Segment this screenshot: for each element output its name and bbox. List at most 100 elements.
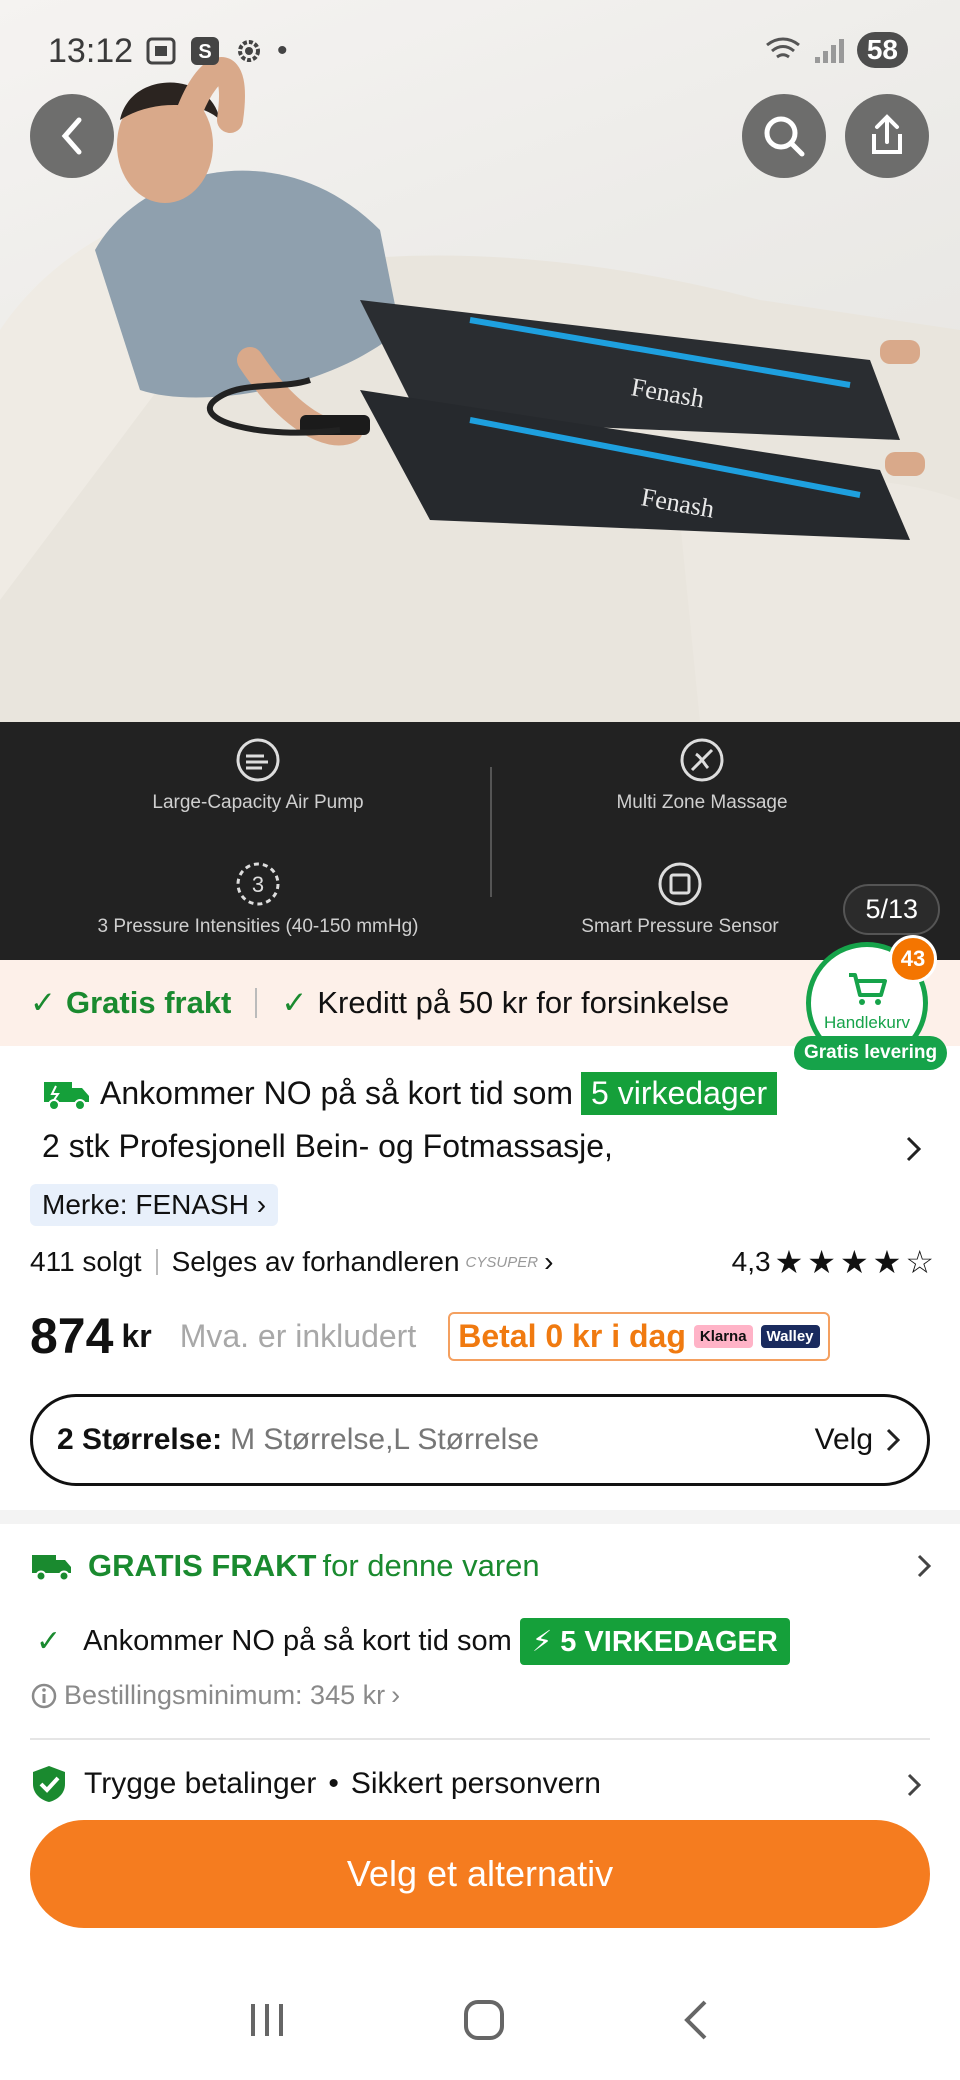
size-values: M Størrelse,L Størrelse xyxy=(230,1423,540,1456)
feature-panel: Large-Capacity Air Pump Multi Zone Massa… xyxy=(0,722,960,960)
search-button[interactable] xyxy=(742,94,826,178)
back-button[interactable] xyxy=(30,94,114,178)
lightning-icon: ⚡ xyxy=(531,1626,561,1658)
min-order-row[interactable]: Bestillingsminimum: 345 kr › xyxy=(30,1680,400,1711)
screenshot-icon xyxy=(146,37,176,65)
delivery-truck-icon xyxy=(44,1081,89,1111)
credit-label: Kreditt på 50 kr for forsinkelse xyxy=(317,985,730,1020)
seller-logo: CYSUPER xyxy=(465,1253,539,1271)
share-icon xyxy=(872,114,902,154)
status-bar: 13:12 S • 58 xyxy=(0,0,960,100)
gallery-counter: 5/13 xyxy=(843,884,940,935)
gear-icon xyxy=(238,40,260,62)
size-label: 2 Størrelse: xyxy=(57,1423,223,1456)
cart-icon xyxy=(849,973,887,1005)
check-icon: ✓ xyxy=(281,985,308,1020)
share-button[interactable] xyxy=(845,94,929,178)
divider xyxy=(155,1249,158,1275)
chevron-right-icon xyxy=(886,1428,901,1452)
status-time: 13:12 xyxy=(48,32,134,70)
promo-divider xyxy=(255,988,258,1018)
price-currency: kr xyxy=(121,1317,152,1354)
brand-label: Merke: FENASH xyxy=(42,1189,249,1220)
recent-apps-icon[interactable] xyxy=(245,2000,289,2040)
chevron-right-icon[interactable] xyxy=(904,1770,924,1800)
security-row[interactable]: Trygge betalinger • Sikkert personvern xyxy=(30,1764,601,1804)
free-delivery-badge: Gratis levering xyxy=(794,1036,948,1070)
chevron-right-icon: › xyxy=(256,1189,267,1220)
size-select-action: Velg xyxy=(814,1423,873,1456)
feature-pressure: 3 3 Pressure Intensities (40-150 mmHg) xyxy=(48,860,468,938)
feature-sensor: Smart Pressure Sensor xyxy=(470,860,890,938)
rating-value: 4,3 xyxy=(731,1246,771,1277)
chevron-left-icon xyxy=(61,117,82,155)
arrival-row: Ankommer NO på så kort tid som 5 virkeda… xyxy=(42,1072,778,1115)
cart-count-badge: 43 xyxy=(889,935,937,983)
home-icon[interactable] xyxy=(460,1996,508,2044)
arrival-days-badge: 5 virkedager xyxy=(581,1072,778,1115)
size-selector[interactable]: 2 Størrelse: M Størrelse,L Størrelse Vel… xyxy=(30,1394,930,1486)
sold-count: 411 solgt xyxy=(30,1246,142,1277)
star-full-icon: ★ xyxy=(839,1244,869,1280)
pressure-icon: 3 xyxy=(236,862,280,906)
star-full-icon: ★ xyxy=(774,1244,804,1280)
divider xyxy=(30,1738,930,1740)
app-s-icon: S xyxy=(191,37,219,65)
shipping-days-badge: ⚡ 5 VIRKEDAGER xyxy=(519,1618,790,1665)
cart-label: Handlekurv xyxy=(824,1013,910,1032)
sensor-chip-icon xyxy=(658,862,702,906)
chevron-right-icon xyxy=(917,1554,932,1578)
shipping-arrival-row: ✓ Ankommer NO på så kort tid som ⚡ 5 VIR… xyxy=(30,1618,790,1665)
walley-logo: Walley xyxy=(760,1324,820,1348)
feature-multi-zone: Multi Zone Massage xyxy=(492,736,912,814)
price-value: 874 xyxy=(30,1308,114,1364)
product-title[interactable]: 2 stk Profesjonell Bein- og Fotmassasje, xyxy=(42,1128,613,1165)
star-full-icon: ★ xyxy=(807,1244,836,1280)
check-icon: ✓ xyxy=(30,985,56,1020)
wifi-icon xyxy=(765,37,800,59)
signal-icon xyxy=(814,39,844,63)
nav-back-icon[interactable] xyxy=(679,1998,715,2042)
shipping-header[interactable]: GRATIS FRAKT for denne varen xyxy=(30,1548,934,1584)
free-shipping-subtitle: for denne varen xyxy=(322,1548,540,1583)
bullet-separator: • xyxy=(328,1767,339,1800)
free-shipping-label: Gratis frakt xyxy=(65,985,232,1020)
massage-zone-icon xyxy=(680,738,724,782)
pay-today-text: Betal 0 kr i dag xyxy=(458,1317,686,1354)
star-empty-icon: ☆ xyxy=(905,1244,934,1280)
choose-option-button[interactable]: Velg et alternativ xyxy=(30,1820,930,1928)
free-shipping-title: GRATIS FRAKT xyxy=(88,1548,317,1583)
shipping-arrival-text: Ankommer NO på så kort tid som xyxy=(83,1625,512,1657)
status-right: 58 xyxy=(763,32,908,68)
system-nav-bar xyxy=(0,1960,960,2080)
shield-check-icon xyxy=(33,1766,65,1802)
check-icon: ✓ xyxy=(36,1625,62,1658)
privacy-text: Sikkert personvern xyxy=(350,1767,601,1800)
more-notifications-dot-icon: • xyxy=(277,34,288,67)
secure-payments-text: Trygge betalinger xyxy=(84,1767,317,1800)
status-notification-icons: S • xyxy=(145,34,288,68)
section-separator xyxy=(0,1510,960,1524)
arrival-text: Ankommer NO på så kort tid som xyxy=(100,1075,574,1111)
chevron-right-icon: › xyxy=(391,1680,401,1710)
info-icon xyxy=(31,1683,57,1708)
rating[interactable]: 4,3 ★ ★ ★ ★ ☆ xyxy=(732,1243,934,1281)
search-icon xyxy=(764,116,805,157)
chevron-right-icon[interactable]: › xyxy=(544,1246,553,1278)
klarna-logo: Klarna xyxy=(693,1324,753,1348)
min-order-text: Bestillingsminimum: 345 kr xyxy=(64,1680,386,1710)
svg-text:3: 3 xyxy=(252,872,264,897)
price-row: 874 kr Mva. er inkludert Betal 0 kr i da… xyxy=(30,1304,830,1368)
sales-row: 411 solgt Selges av forhandleren CYSUPER… xyxy=(30,1240,934,1284)
chevron-right-icon[interactable] xyxy=(904,1134,924,1164)
air-pump-icon xyxy=(236,738,280,782)
seller-link[interactable]: Selges av forhandleren xyxy=(172,1246,460,1278)
battery-indicator: 58 xyxy=(856,32,908,68)
feature-air-pump: Large-Capacity Air Pump xyxy=(48,736,468,814)
vat-note: Mva. er inkludert xyxy=(179,1317,417,1354)
svg-text:S: S xyxy=(198,41,211,63)
star-full-icon: ★ xyxy=(872,1244,902,1280)
pay-later-banner[interactable]: Betal 0 kr i dag Klarna Walley xyxy=(448,1311,830,1361)
delivery-truck-icon xyxy=(32,1555,71,1582)
brand-tag[interactable]: Merke: FENASH › xyxy=(30,1184,279,1226)
